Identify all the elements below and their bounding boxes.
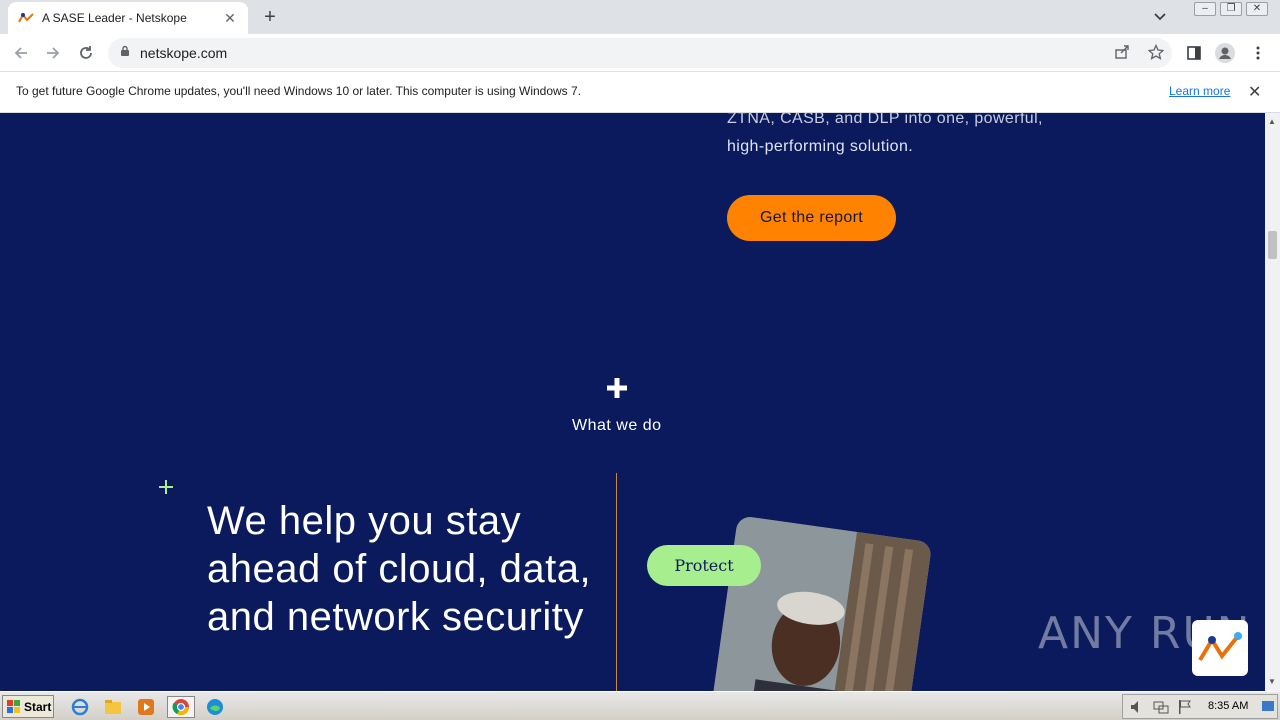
minimize-button[interactable]: – [1194, 2, 1216, 16]
divider-line [616, 473, 617, 691]
browser-tab[interactable]: A SASE Leader - Netskope ✕ [8, 2, 248, 34]
back-icon[interactable] [10, 42, 32, 64]
system-tray [1122, 694, 1278, 719]
edge-icon[interactable] [204, 696, 226, 718]
share-icon[interactable] [1114, 44, 1130, 65]
address-bar[interactable]: netskope.com [108, 38, 1172, 68]
lock-icon[interactable] [120, 44, 130, 62]
browser-toolbar: netskope.com [0, 34, 1280, 72]
plus-icon [604, 375, 630, 401]
section-label: What we do [572, 417, 662, 434]
start-button[interactable]: Start [2, 695, 54, 718]
section-headline: We help you stay ahead of cloud, data, a… [207, 499, 592, 639]
network-icon[interactable] [1153, 699, 1169, 720]
tab-close-icon[interactable]: ✕ [222, 10, 238, 27]
page-content: ZTNA, CASB, and DLP into one, powerful, … [0, 113, 1265, 691]
hero-description: ZTNA, CASB, and DLP into one, powerful, … [727, 113, 1087, 161]
menu-kebab-icon[interactable] [1247, 42, 1269, 64]
page-scrollbar[interactable]: ▲ ▼ [1265, 113, 1280, 691]
person-photo [711, 515, 933, 691]
reload-icon[interactable] [75, 42, 97, 64]
tab-title: A SASE Leader - Netskope [42, 11, 187, 25]
tab-strip: A SASE Leader - Netskope ✕ + – ❐ ✕ [0, 0, 1280, 34]
anyrun-badge-icon [1192, 620, 1248, 676]
bookmark-star-icon[interactable] [1147, 43, 1165, 65]
volume-icon[interactable] [1129, 699, 1145, 720]
close-window-button[interactable]: ✕ [1246, 2, 1268, 16]
get-report-button[interactable]: Get the report [727, 195, 896, 241]
tab-search-icon[interactable] [1150, 8, 1170, 26]
window-controls: – ❐ ✕ [1194, 2, 1268, 16]
action-center-flag-icon[interactable] [1177, 699, 1193, 720]
explorer-folder-icon[interactable] [102, 696, 124, 718]
url-text[interactable]: netskope.com [140, 45, 227, 61]
forward-icon[interactable] [42, 42, 64, 64]
hero-text-line: high-performing solution. [727, 138, 914, 155]
side-panel-icon[interactable] [1183, 42, 1205, 64]
learn-more-link[interactable]: Learn more [1169, 84, 1230, 98]
scroll-up-icon[interactable]: ▲ [1268, 117, 1276, 126]
green-plus-icon [159, 480, 173, 494]
netskope-favicon-icon [18, 10, 34, 26]
ie-icon[interactable] [69, 696, 91, 718]
restore-button[interactable]: ❐ [1220, 2, 1242, 16]
start-label: Start [24, 699, 52, 714]
chrome-taskbar-icon[interactable] [167, 696, 195, 718]
hero-text-cut-line: ZTNA, CASB, and DLP into one, powerful, [727, 113, 1043, 127]
infobar-close-icon[interactable]: ✕ [1248, 82, 1261, 102]
taskbar-clock[interactable]: 8:35 AM [1208, 700, 1248, 712]
scrollbar-thumb[interactable] [1268, 231, 1277, 259]
update-infobar: To get future Google Chrome updates, you… [0, 72, 1280, 113]
profile-avatar-icon[interactable] [1214, 42, 1236, 64]
protect-badge: Protect [647, 545, 761, 586]
media-player-icon[interactable] [135, 696, 157, 718]
new-tab-button[interactable]: + [258, 6, 282, 28]
infobar-message: To get future Google Chrome updates, you… [16, 84, 582, 98]
scroll-down-icon[interactable]: ▼ [1268, 677, 1276, 686]
windows-taskbar: Start 8:35 AM [0, 691, 1280, 720]
show-desktop-icon[interactable] [1261, 699, 1275, 720]
